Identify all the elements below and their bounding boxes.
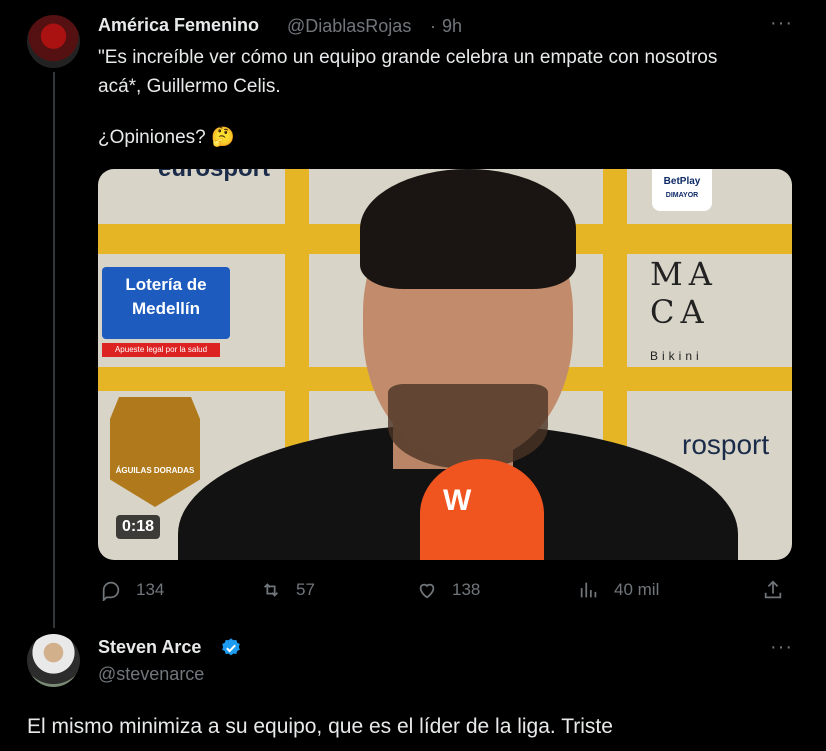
views-count: 40 mil (614, 580, 660, 599)
more-icon[interactable]: ··· (770, 12, 793, 35)
tweet-text: El mismo minimiza a su equipo, que es el… (27, 715, 613, 738)
more-icon[interactable]: ··· (770, 636, 793, 659)
club-shield-logo (110, 397, 200, 507)
microphone (420, 459, 544, 560)
sponsor-tagline: Apueste legal por la salud (102, 343, 220, 357)
author-name[interactable]: Steven Arce (98, 637, 201, 658)
sponsor-logo-eurosport: rosport (682, 429, 770, 460)
heart-icon (419, 583, 435, 599)
views-icon (580, 582, 597, 598)
author-handle[interactable]: @stevenarce (98, 664, 204, 685)
retweet-icon (263, 583, 279, 597)
sponsor-logo-maca: MA CA (650, 255, 718, 331)
sponsor-logo-bikini: Bikini (650, 349, 703, 363)
sponsor-logo-loteria: Lotería de Medellín (102, 267, 230, 339)
avatar[interactable] (27, 15, 80, 68)
speaker-beard (388, 384, 548, 469)
author-handle[interactable]: @DiablasRojas (287, 16, 411, 37)
share-icon (764, 580, 782, 599)
video-player[interactable]: eurosport Lotería de Medellín Apueste le… (98, 169, 792, 560)
views-button[interactable]: 40 mil (578, 578, 659, 602)
maca-line: CA (650, 293, 710, 331)
reply-button[interactable]: 134 (100, 578, 164, 602)
tweet-time[interactable]: 9h (442, 16, 462, 37)
retweet-button[interactable]: 57 (260, 578, 315, 602)
verified-badge-icon (222, 638, 240, 656)
reply-count: 134 (136, 580, 165, 599)
league-logo-text: BetPlay (663, 176, 701, 187)
like-count: 138 (452, 580, 481, 599)
video-duration-badge: 0:18 (116, 515, 161, 539)
sponsor-logo-text: Lotería de Medellín (125, 275, 207, 318)
tweet-text-line: acá*, Guillermo Celis. (98, 76, 281, 97)
author-name[interactable]: América Femenino (98, 15, 259, 36)
separator-dot: · (430, 16, 436, 36)
thread-connector-line (53, 72, 55, 628)
maca-line: MA (650, 255, 718, 293)
retweet-count: 57 (296, 580, 315, 599)
club-shield-text: ÁGUILAS DORADAS (115, 466, 195, 475)
league-logo: BetPlay DIMAYOR (652, 169, 712, 211)
sponsor-logo-eurosport: eurosport (158, 169, 270, 183)
microphone-logo: W (443, 484, 472, 517)
like-button[interactable]: 138 (416, 578, 480, 602)
reply-icon (102, 581, 120, 601)
speaker-hair (360, 169, 576, 289)
avatar[interactable] (27, 634, 80, 687)
league-logo-sub: DIMAYOR (665, 192, 699, 199)
tweet-text-line: "Es increíble ver cómo un equipo grande … (98, 47, 718, 68)
tweet-text-line: ¿Opiniones? 🤔 (98, 127, 235, 148)
share-button[interactable] (762, 578, 798, 602)
